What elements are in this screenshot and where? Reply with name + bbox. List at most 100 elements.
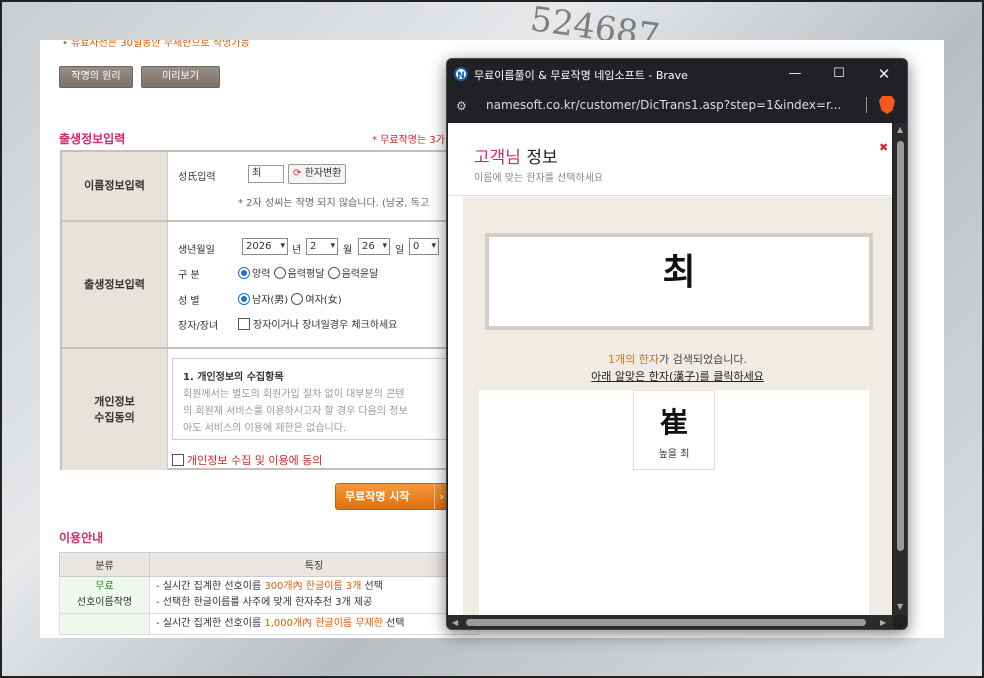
free-note: * 무료작명는 3가 xyxy=(372,135,445,146)
hanja-character: 崔 xyxy=(659,406,688,439)
birthdate-label: 생년월일 xyxy=(178,245,215,256)
horizontal-scrollbar[interactable]: ◀ ▶ xyxy=(448,615,893,629)
eldest-text: 장자이거나 장녀일경우 체크하세요 xyxy=(253,320,398,331)
preview-button[interactable]: 미리보기 xyxy=(141,66,220,88)
row1-category-name: 선호이름작명 xyxy=(76,597,133,608)
vertical-scroll-thumb[interactable] xyxy=(897,141,904,551)
table-header-category: 분류 xyxy=(59,552,150,577)
close-icon[interactable]: ✖ xyxy=(879,141,888,154)
lunar-leap-radio[interactable] xyxy=(327,267,340,279)
row1-feature: - 실시간 집계한 선호이름 300개內 한글이름 3개 선택 - 선택한 한글… xyxy=(149,576,479,614)
hour-select[interactable]: 0 xyxy=(409,238,439,255)
start-naming-button[interactable]: 무료작명 시작 › xyxy=(335,483,450,510)
hanja-list: 崔 높을 최 xyxy=(479,390,869,615)
horizontal-scroll-thumb[interactable] xyxy=(466,619,866,626)
scroll-up-icon[interactable]: ▲ xyxy=(897,125,903,134)
vertical-scrollbar[interactable]: ▲ ▼ xyxy=(893,123,907,615)
row1-line1-b: 300개內 한글이름 3개 xyxy=(264,581,362,592)
refresh-icon: ⟳ xyxy=(293,168,302,179)
gender-label: 성 별 xyxy=(178,296,200,307)
surname-label: 성氏입력 xyxy=(178,172,216,183)
search-result-count: 1개의 한자 xyxy=(608,353,660,366)
window-title: 무료이름풀이 & 무료작명 네임소프트 - Brave xyxy=(474,69,688,82)
privacy-line-1: 회원께서는 별도의 회원가입 절차 없이 대부분의 콘텐 xyxy=(183,389,405,400)
popup-content: 고객님 정보 이름에 맞는 한자를 선택하세요 ✖ 최 1개의 한자가 검색되었… xyxy=(448,123,892,615)
name-display: 최 xyxy=(485,233,873,330)
row1-line1-a: - 실시간 집계한 선호이름 xyxy=(156,581,265,592)
principle-button[interactable]: 작명의 원리 xyxy=(59,66,133,88)
privacy-line-3: 아도 서비스의 이용에 제한은 없습니다. xyxy=(183,423,347,434)
row1-line1-c: 선택 xyxy=(361,581,383,592)
top-note: • 유료사전은 30일동안 무제한으로 작명가능 xyxy=(62,40,250,49)
start-naming-label: 무료작명 시작 xyxy=(345,490,410,503)
eldest-checkbox[interactable] xyxy=(238,318,250,330)
site-settings-icon[interactable]: ⚙ xyxy=(456,99,467,113)
scroll-right-icon[interactable]: ▶ xyxy=(880,618,886,627)
female-label: 여자(女) xyxy=(305,295,342,306)
eldest-label: 장자/장녀 xyxy=(178,321,219,332)
hanja-convert-button[interactable]: ⟳ 한자변환 xyxy=(288,164,347,184)
hanja-instruction: 아래 알맞은 한자(漢子)를 클릭하세요 xyxy=(591,370,764,383)
popup-body: 최 1개의 한자가 검색되었습니다. 아래 알맞은 한자(漢子)를 클릭하세요 … xyxy=(463,197,892,615)
calendar-options: 양력 음력평달 음력윤달 xyxy=(238,265,378,280)
hanja-option[interactable]: 崔 높을 최 xyxy=(633,390,715,470)
popup-titlebar[interactable]: N 무료이름풀이 & 무료작명 네임소프트 - Brave — ☐ ✕ xyxy=(447,59,907,89)
privacy-line-2: 의 회원제 서비스를 이용하시고자 할 경우 다음의 정보 xyxy=(183,406,408,417)
lunar-leap-label: 음력윤달 xyxy=(341,269,379,280)
table-header-feature: 특징 xyxy=(149,552,479,577)
search-result-rest: 가 검색되었습니다. xyxy=(659,353,747,366)
popup-window: N 무료이름풀이 & 무료작명 네임소프트 - Brave — ☐ ✕ ⚙ na… xyxy=(446,58,908,630)
address-bar: ⚙ namesoft.co.kr/customer/DicTrans1.asp?… xyxy=(447,89,907,123)
chevron-right-icon: › xyxy=(434,484,444,509)
minimize-icon[interactable]: — xyxy=(780,63,810,85)
surname-input[interactable]: 최 xyxy=(248,165,284,183)
privacy-agree: 개인정보 수집 및 이용에 동의 xyxy=(172,452,322,468)
site-favicon-icon: N xyxy=(454,67,468,81)
popup-title-info: 정보 xyxy=(520,148,558,168)
row1-category: 무료 선호이름작명 xyxy=(59,576,150,614)
male-label: 남자(男) xyxy=(252,295,289,306)
privacy-heading: 1. 개인정보의 수집항목 xyxy=(183,372,284,383)
male-radio[interactable] xyxy=(238,293,250,305)
name-row-label: 이름정보입력 xyxy=(62,152,168,220)
solar-radio[interactable] xyxy=(238,267,250,279)
row2-feature: - 실시간 집계한 선호이름 1,000개內 한글이름 무제한 선택 xyxy=(149,613,479,635)
scroll-left-icon[interactable]: ◀ xyxy=(452,618,458,627)
popup-title: 고객님 정보 xyxy=(474,143,558,168)
brave-shield-icon[interactable] xyxy=(879,96,895,114)
privacy-row-label: 개인정보 수집동의 xyxy=(62,349,168,470)
row2-line1-a: - 실시간 집계한 선호이름 xyxy=(156,618,265,629)
row2-category xyxy=(59,613,150,635)
row2-line1-c: 선택 xyxy=(382,618,405,629)
privacy-textbox[interactable]: 1. 개인정보의 수집항목 회원께서는 별도의 회원가입 절차 없이 대부분의 … xyxy=(172,358,462,440)
lunar-label: 음력평달 xyxy=(287,269,325,280)
day-unit: 일 xyxy=(395,245,405,256)
popup-header: 고객님 정보 이름에 맞는 한자를 선택하세요 ✖ xyxy=(448,123,892,196)
popup-subtitle: 이름에 맞는 한자를 선택하세요 xyxy=(474,173,604,184)
surname-hint: * 2자 성씨는 작명 되지 않습니다. (남궁, 독고 xyxy=(238,198,430,209)
hanja-meaning: 높을 최 xyxy=(658,449,690,460)
lunar-radio[interactable] xyxy=(273,267,286,279)
birth-row-label: 출생정보입력 xyxy=(62,222,168,347)
privacy-agree-label: 개인정보 수집 및 이용에 동의 xyxy=(187,454,323,467)
year-unit: 년 xyxy=(292,245,302,256)
row1-line2: - 선택한 한글이름를 사주에 맞게 한자추천 3개 제공 xyxy=(156,597,373,608)
solar-label: 양력 xyxy=(252,269,271,280)
year-select[interactable]: 2026 xyxy=(242,238,288,255)
popup-title-customer: 고객님 xyxy=(474,148,521,168)
scroll-down-icon[interactable]: ▼ xyxy=(897,602,903,611)
month-select[interactable]: 2 xyxy=(306,238,338,255)
table-row: 무료 선호이름작명 - 실시간 집계한 선호이름 300개內 한글이름 3개 선… xyxy=(59,576,479,614)
birth-section-title: 출생정보입력 xyxy=(59,132,126,146)
privacy-agree-checkbox[interactable] xyxy=(172,454,184,466)
maximize-icon[interactable]: ☐ xyxy=(824,63,854,85)
female-radio[interactable] xyxy=(291,293,304,305)
search-result-text: 1개의 한자가 검색되었습니다. xyxy=(463,351,892,367)
close-window-icon[interactable]: ✕ xyxy=(869,63,899,85)
calendar-label: 구 분 xyxy=(178,270,200,281)
month-unit: 월 xyxy=(343,245,353,256)
url-text[interactable]: namesoft.co.kr/customer/DicTrans1.asp?st… xyxy=(486,98,841,112)
table-row: - 실시간 집계한 선호이름 1,000개內 한글이름 무제한 선택 xyxy=(59,613,479,635)
usage-table: 분류 특징 무료 선호이름작명 - 실시간 집계한 선호이름 300개內 한글이… xyxy=(59,552,479,635)
day-select[interactable]: 26 xyxy=(358,238,390,255)
